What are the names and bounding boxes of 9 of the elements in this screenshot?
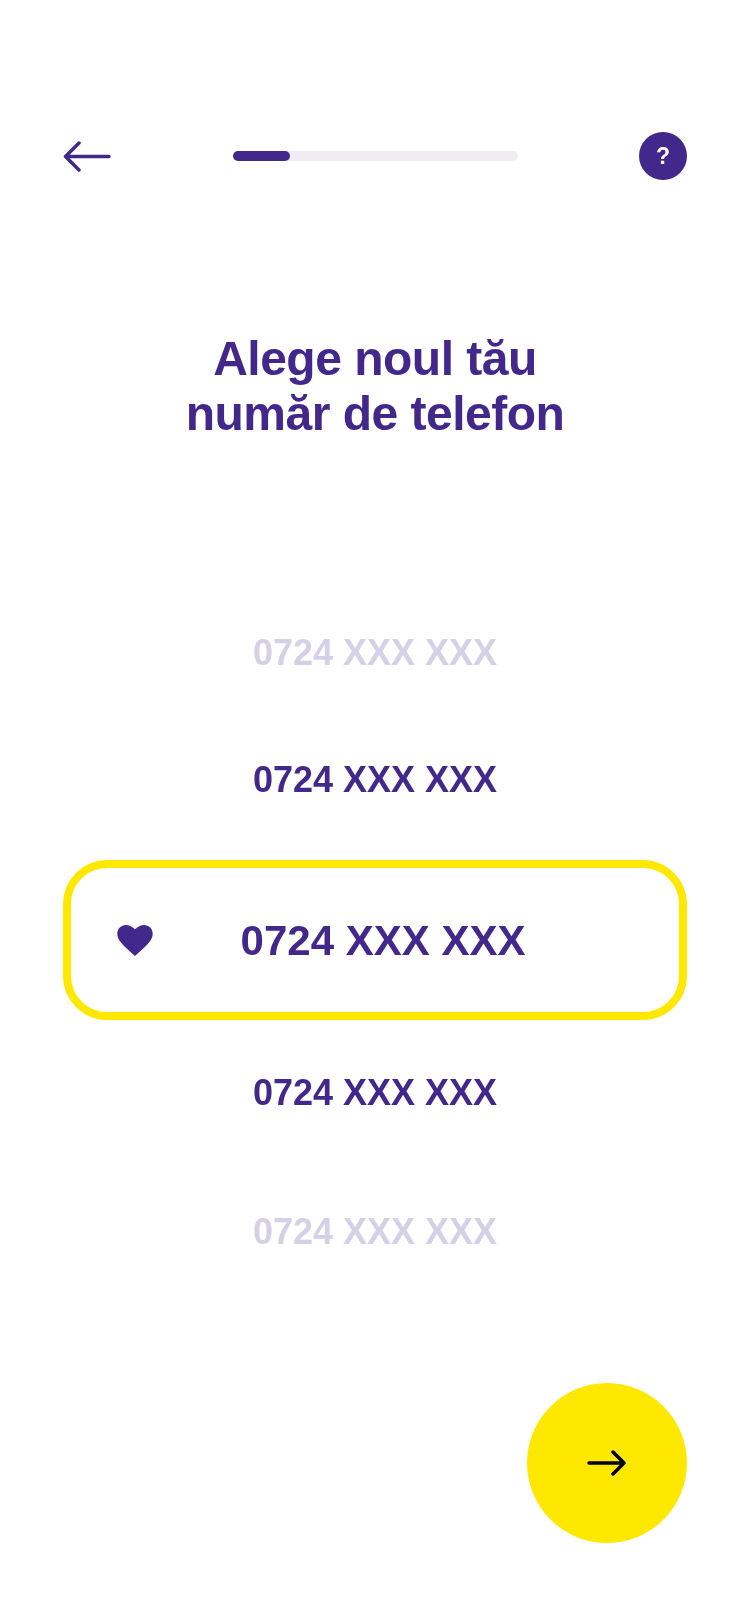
number-option[interactable]: 0724 XXX XXX <box>252 750 498 810</box>
right-arrow-icon <box>587 1450 627 1476</box>
back-button[interactable] <box>63 140 111 172</box>
page-title: Alege noul tău număr de telefon <box>184 331 566 441</box>
heart-icon <box>117 924 153 956</box>
selected-number-option[interactable]: 0724 XXX XXX <box>63 860 687 1020</box>
number-option[interactable]: 0724 XXX XXX <box>252 1063 498 1123</box>
help-button[interactable]: ? <box>639 132 687 180</box>
left-arrow-icon <box>63 140 111 172</box>
